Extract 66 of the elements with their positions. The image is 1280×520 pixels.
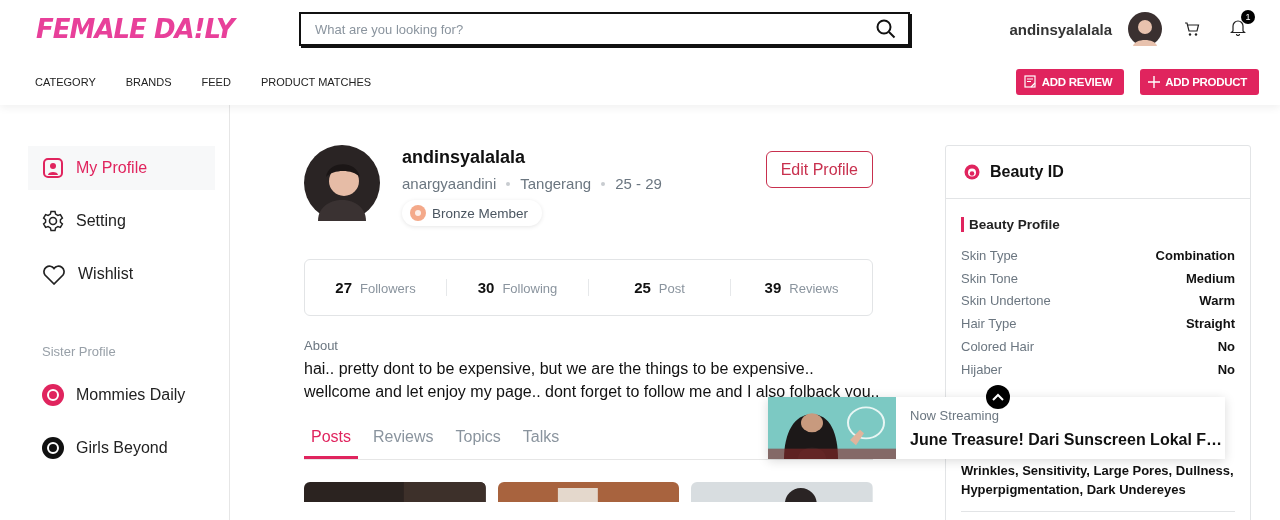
profile-age: 25 - 29 [615,175,662,192]
nav-link[interactable]: PRODUCT MATCHES [260,75,372,88]
about-heading: About [304,338,339,353]
card-title: Beauty ID [990,163,1064,181]
notification-badge: 1 [1241,9,1255,24]
section-title: Beauty Profile [961,217,1235,232]
attribute-label: Skin Type [961,247,1018,263]
attribute-label: Skin Tone [961,270,1018,286]
sister-profile-link[interactable]: Mommies Daily [28,373,215,417]
stat-label[interactable]: Post [658,281,685,296]
attribute-label: Skin Undertone [961,293,1051,309]
review-icon [1023,75,1037,88]
avatar[interactable] [1128,12,1162,46]
nav-link[interactable]: CATEGORY [35,75,96,88]
add-product-button[interactable]: ADD PRODUCT [1140,68,1259,95]
profile-city: Tangerang [520,175,592,192]
stat-label[interactable]: Followers [360,281,416,296]
stat-count: 27 [335,279,353,296]
sidebar-item[interactable]: Setting [28,199,215,243]
streaming-popup[interactable]: Now Streaming June Treasure! Dari Sunscreen Lokal F… [768,397,1225,459]
section-heading: Sister Profile [42,344,117,359]
attribute-label: Colored Hair [961,339,1034,355]
attribute-value: Medium [1185,270,1235,286]
stat-count: 30 [477,279,495,296]
tab[interactable]: Posts [304,416,358,459]
username[interactable]: andinsyalalala [1009,20,1112,38]
nav-link[interactable]: BRANDS [125,75,172,88]
bell-icon[interactable] [1230,18,1246,36]
cart-icon[interactable] [1184,21,1200,37]
member-badge: Bronze Member [402,200,543,226]
attribute-value: No [1217,361,1235,377]
attribute-label: Hijaber [961,361,1003,377]
tab[interactable]: Topics [448,416,508,459]
stat-label[interactable]: Reviews [789,281,839,296]
sister-profile-link[interactable]: Girls Beyond [28,426,215,470]
medal-icon [410,205,426,221]
search-icon[interactable] [876,19,896,39]
sidebar-item[interactable]: My Profile [28,146,215,190]
nav-link[interactable]: FEED [201,75,231,88]
heart-icon [42,263,66,285]
collapse-button[interactable] [986,385,1010,409]
logo[interactable]: FEMALE DA!LY [36,14,299,44]
skin-concerns-text: Wrinkles, Sensitivity, Large Pores, Dullness, Hyperpigmentation, Dark Undereyes [961,460,1235,512]
plus-icon [1148,75,1161,88]
edit-profile-button[interactable]: Edit Profile [765,151,873,188]
profile-icon [42,157,64,179]
attribute-value: No [1217,339,1235,355]
tab[interactable]: Reviews [366,416,441,459]
attribute-value: Straight [1185,316,1235,332]
stat-label[interactable]: Following [502,281,558,296]
chevron-up-icon [992,393,1004,401]
stat-count: 39 [764,279,782,296]
stat-count: 25 [634,279,651,296]
attribute-value: Warm [1199,293,1235,309]
attribute-value: Combination [1155,247,1235,263]
profile-username: anargyaandini [402,175,497,192]
streaming-label: Now Streaming [910,407,1000,423]
sidebar-item[interactable]: Wishlist [28,252,215,296]
beauty-id-icon [964,164,980,180]
settings-icon [42,210,64,232]
attribute-label: Hair Type [961,316,1017,332]
add-review-button[interactable]: ADD REVIEW [1015,68,1125,95]
tab[interactable]: Talks [515,416,567,459]
search-field[interactable]: What are you looking for? [299,12,910,46]
video-title[interactable]: June Treasure! Dari Sunscreen Lokal F… [910,430,1223,449]
profile-name: andinsyalalala [402,147,527,168]
